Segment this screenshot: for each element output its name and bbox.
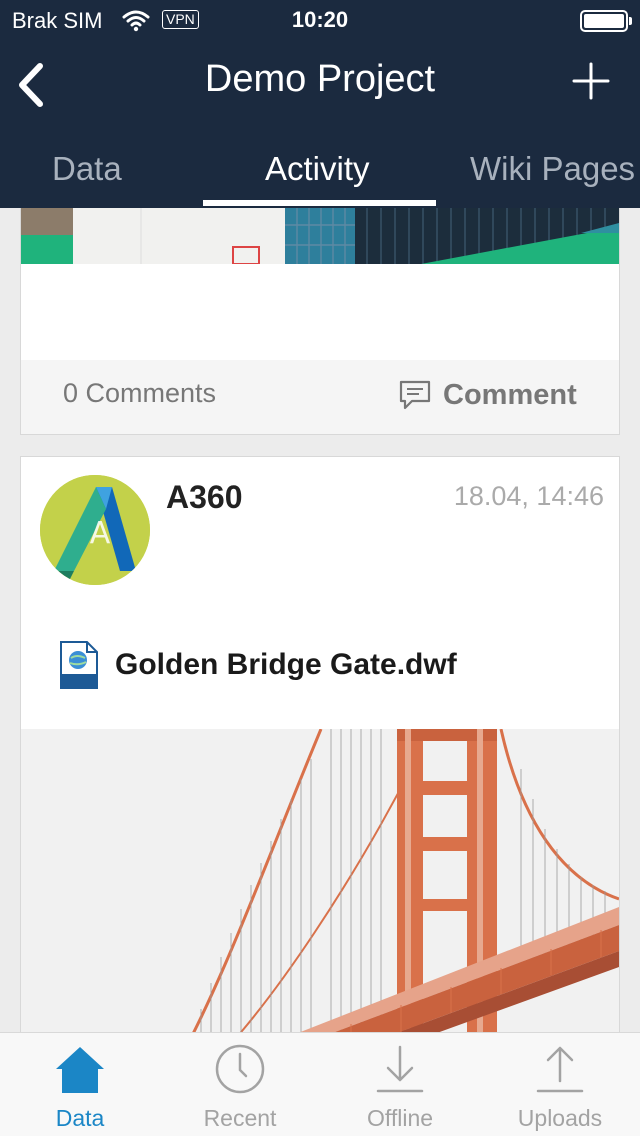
bottom-tab-bar: Data Recent Offline Uploads (0, 1032, 640, 1136)
upload-icon (536, 1046, 584, 1093)
status-bar: Brak SIM VPN 10:20 (0, 0, 640, 40)
file-link[interactable]: Golden Bridge Gate.dwf (59, 637, 457, 693)
bottom-tab-data[interactable]: Data (0, 1033, 160, 1136)
file-preview-image[interactable] (21, 729, 619, 1032)
tab-activity[interactable]: Activity (265, 150, 370, 188)
card-footer: 0 Comments Comment (21, 360, 619, 434)
active-tab-indicator (203, 200, 436, 206)
battery-icon (580, 10, 632, 32)
avatar-letter: A (90, 516, 111, 551)
comment-icon (399, 380, 431, 410)
bottom-tab-label: Recent (203, 1105, 277, 1131)
bottom-tab-label: Uploads (517, 1105, 603, 1131)
download-icon (376, 1045, 424, 1093)
author-name[interactable]: A360 (166, 479, 243, 516)
bottom-tab-recent[interactable]: Recent (160, 1033, 320, 1136)
app-header: Brak SIM VPN 10:20 Demo Project Data Act… (0, 0, 640, 208)
bottom-tab-uploads[interactable]: Uploads (480, 1033, 640, 1136)
file-name: Golden Bridge Gate.dwf (115, 648, 457, 681)
home-icon (56, 1047, 104, 1093)
tab-wiki-pages[interactable]: Wiki Pages (470, 150, 635, 188)
bottom-tab-offline[interactable]: Offline (320, 1033, 480, 1136)
comment-button[interactable]: Comment (399, 370, 577, 420)
feed-card: A A360 18.04, 14:46 Golden Bridge Gate.d… (20, 456, 620, 1032)
comment-button-label: Comment (443, 378, 577, 411)
activity-feed[interactable]: 0 Comments Comment A A360 18.04, 14:46 G… (0, 208, 640, 1032)
card-image[interactable] (21, 208, 619, 264)
status-time: 10:20 (291, 7, 349, 32)
bottom-tab-label: Offline (366, 1105, 434, 1131)
bottom-tab-label: Data (55, 1105, 105, 1131)
tab-data[interactable]: Data (52, 150, 122, 188)
dwf-file-icon (60, 641, 98, 689)
top-tabs: Data Activity Wiki Pages (0, 136, 640, 208)
page-title: Demo Project (204, 58, 436, 100)
plus-icon[interactable] (572, 62, 610, 100)
comments-count[interactable]: 0 Comments (63, 378, 216, 409)
clock-icon (215, 1044, 265, 1094)
feed-card: 0 Comments Comment (20, 208, 620, 435)
avatar[interactable]: A (40, 475, 150, 585)
post-timestamp: 18.04, 14:46 (453, 481, 604, 511)
